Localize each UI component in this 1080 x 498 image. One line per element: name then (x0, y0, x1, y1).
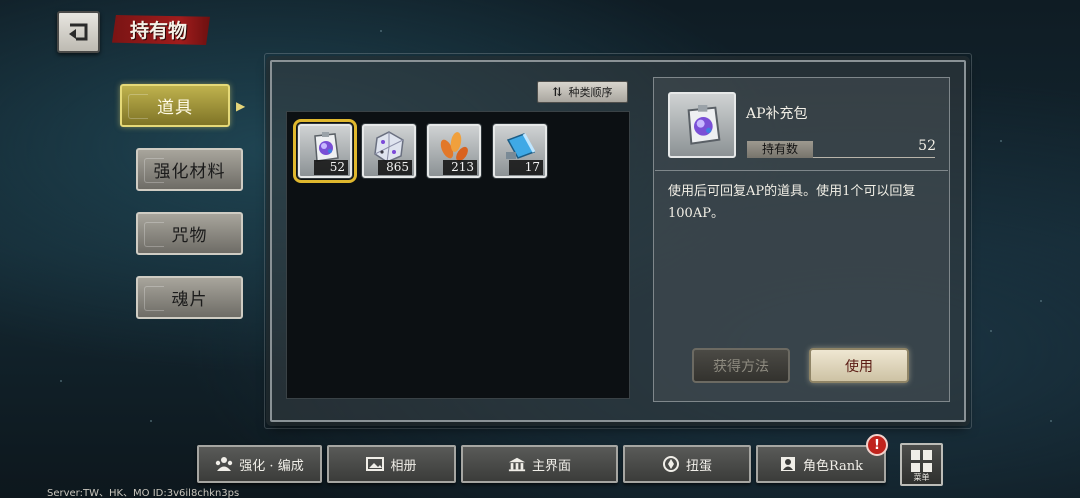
page-title-text: 持有物 (130, 20, 188, 42)
album-icon (366, 456, 385, 472)
tab-enhance-materials-label: 强化材料 (153, 162, 226, 182)
tab-soul-fragments-label: 魂片 (171, 290, 208, 310)
nav-character-rank[interactable]: 角色Rank (756, 445, 886, 483)
item-slot-orange-leaves[interactable]: 213 (427, 124, 481, 178)
server-info: Server:TW、HK、MO ID:3v6il8chkn3ps (47, 488, 240, 498)
use-button[interactable]: 使用 (809, 348, 909, 383)
gacha-icon (662, 456, 680, 472)
nav-gacha[interactable]: 扭蛋 (623, 445, 751, 483)
sort-icon: ⇅ (552, 85, 563, 99)
nav-album[interactable]: 相册 (327, 445, 456, 483)
sort-button[interactable]: ⇅ 种类顺序 (537, 81, 628, 103)
page-title: 持有物 (106, 13, 210, 47)
item-count: 865 (378, 160, 412, 175)
sort-button-label: 种类顺序 (568, 86, 613, 99)
nav-album-label: 相册 (390, 458, 417, 474)
tab-soul-fragments[interactable]: 魂片 (136, 276, 243, 319)
menu-label: 菜单 (913, 473, 930, 482)
back-button[interactable] (57, 11, 100, 53)
tab-deco (144, 286, 164, 311)
home-icon (508, 456, 526, 472)
nav-character-rank-label: 角色Rank (802, 458, 864, 474)
item-description: 使用后可回复AP的道具。使用1个可以回复100AP。 (668, 184, 916, 221)
item-slot-blue-horn[interactable]: 17 (493, 124, 547, 178)
item-count: 17 (509, 160, 543, 175)
notification-badge: ! (866, 434, 888, 456)
ap-pack-icon (304, 130, 346, 164)
tab-deco (128, 94, 148, 119)
item-count: 213 (443, 160, 477, 175)
tab-items-label: 道具 (157, 98, 193, 118)
tab-deco (144, 158, 164, 183)
item-slot-ap-pack[interactable]: 52 (293, 119, 357, 183)
item-count: 52 (314, 160, 348, 175)
menu-grid-icon (911, 450, 933, 472)
back-arrow-icon (68, 23, 87, 41)
nav-main-screen[interactable]: 主界面 (461, 445, 618, 483)
tab-enhance-materials[interactable]: 强化材料 (136, 148, 243, 191)
nav-main-screen-label: 主界面 (531, 458, 571, 474)
item-slot-crystal-die[interactable]: 865 (362, 124, 416, 178)
acquire-method-button[interactable]: 获得方法 (692, 348, 790, 383)
team-icon (215, 456, 233, 472)
nav-enhance-formation[interactable]: 强化 · 编成 (197, 445, 322, 483)
nav-enhance-formation-label: 强化 · 编成 (239, 458, 304, 474)
detail-item-name: AP补充包 (746, 106, 808, 122)
use-button-label: 使用 (845, 358, 873, 375)
rank-icon (779, 456, 797, 472)
crystal-die-icon (368, 130, 410, 164)
detail-ap-pack-icon (668, 92, 736, 158)
active-tab-arrow-icon: ▶ (236, 99, 246, 113)
detail-divider (655, 170, 948, 171)
blue-horn-icon (499, 130, 541, 164)
acquire-method-label: 获得方法 (713, 358, 769, 375)
menu-button[interactable]: 菜单 (900, 443, 943, 486)
owned-count-label: 持有数 (747, 141, 813, 158)
nav-gacha-label: 扭蛋 (685, 458, 712, 474)
orange-leaves-icon (433, 130, 475, 164)
tab-curse-items[interactable]: 咒物 (136, 212, 243, 255)
owned-count-value: 52 (918, 138, 936, 154)
tab-deco (144, 222, 164, 247)
tab-items[interactable]: 道具 (120, 84, 230, 127)
tab-curse-items-label: 咒物 (171, 226, 208, 246)
